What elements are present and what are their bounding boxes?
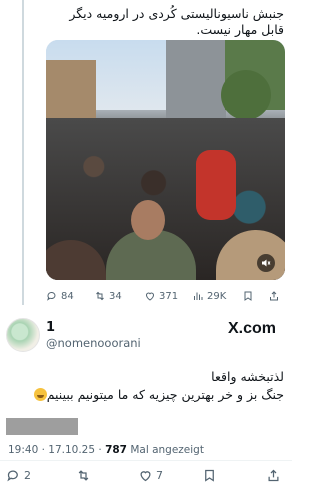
reply-count: 2 <box>24 469 31 482</box>
views-chart-icon <box>194 292 203 300</box>
repost-icon <box>96 291 104 301</box>
tweet-metadata: 19:40 · 17.10.25 · 787 Mal angezeigt <box>8 444 204 456</box>
reply-count: 84 <box>61 290 74 302</box>
divider <box>0 460 292 461</box>
views-count: 29K <box>207 290 227 302</box>
parent-tweet-actions: 84 34 371 29K <box>44 288 284 304</box>
brand-watermark: X.com <box>227 320 276 337</box>
reply-button[interactable]: 84 <box>46 290 74 302</box>
share-button[interactable] <box>268 290 280 302</box>
bookmark-icon <box>244 291 252 301</box>
display-name[interactable]: 1 <box>46 320 55 335</box>
views-label: Mal angezeigt <box>130 444 204 456</box>
video-person <box>196 150 236 220</box>
thread-connector-line <box>22 0 24 305</box>
share-icon <box>270 291 278 301</box>
heart-icon <box>140 471 151 482</box>
video-tree <box>221 70 271 120</box>
redacted-block <box>6 418 78 435</box>
video-person-head <box>131 200 165 240</box>
user-handle[interactable]: @nomenooorani <box>46 336 141 350</box>
reply-icon <box>7 470 18 482</box>
repost-icon <box>78 470 89 481</box>
reply-button[interactable]: 2 <box>6 468 31 483</box>
bookmark-button[interactable] <box>242 290 254 302</box>
parent-tweet-text: جنبش ناسیونالیستی کُردی در ارومیه دیگر ق… <box>69 6 284 37</box>
bookmark-button[interactable] <box>202 468 217 483</box>
like-count: 7 <box>156 469 163 482</box>
share-icon <box>268 469 279 482</box>
tweet-text-line: جنگ بز و خر بهترین چیزیه که ما میتونیم ب… <box>46 387 284 402</box>
repost-button[interactable] <box>76 468 91 483</box>
heart-icon <box>145 292 155 301</box>
video-building <box>166 40 226 125</box>
views-count: 787 <box>105 444 127 456</box>
repost-button[interactable]: 34 <box>94 290 122 302</box>
tweet-text-line-2: جنگ بز و خر بهترین چیزیه که ما میتونیم ب… <box>8 386 284 404</box>
bookmark-icon <box>205 469 214 482</box>
share-button[interactable] <box>266 468 281 483</box>
like-button[interactable]: 371 <box>144 290 178 302</box>
tweet-timestamp[interactable]: 19:40 · 17.10.25 · <box>8 444 102 456</box>
like-count: 371 <box>159 290 179 302</box>
tweet-text: لذتبخشه واقعا جنگ بز و خر بهترین چیزیه ک… <box>8 368 284 404</box>
mute-icon[interactable] <box>257 254 275 272</box>
like-button[interactable]: 7 <box>138 468 163 483</box>
repost-count: 34 <box>109 290 122 302</box>
avatar[interactable] <box>6 318 40 352</box>
tweet-actions: 2 7 <box>0 468 292 488</box>
laughing-emoji-icon <box>33 388 47 401</box>
views-button[interactable]: 29K <box>192 290 226 302</box>
tweet-text-line: لذتبخشه واقعا <box>211 369 284 384</box>
reply-icon <box>47 292 56 301</box>
tweet-video[interactable] <box>46 40 285 280</box>
